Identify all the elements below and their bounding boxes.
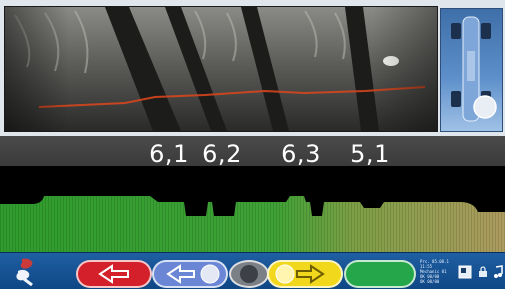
status-line-5: OK 00/00: [420, 279, 440, 284]
car-diagram-icon: [451, 16, 497, 122]
circle-icon: [240, 265, 258, 283]
confirm-button[interactable]: [344, 260, 416, 288]
tread-profile-svg: [0, 166, 505, 252]
forward-button[interactable]: [267, 260, 343, 288]
arrow-right-icon: [275, 264, 325, 284]
arrow-left-icon: [98, 264, 129, 284]
card-reader-icon: [458, 265, 472, 279]
bottom-toolbar: Prc. 85.08.1 11:55 Mechanic 01 OK 00/00 …: [0, 252, 505, 289]
tire-tread-scanner-screen: 6,1 6,2 6,3 5,1 Prc. 85.08.1 11:55 Mecha…: [0, 0, 505, 289]
arrow-left-icon: [166, 264, 220, 284]
tread-depth-value-4: 5,1: [350, 140, 390, 168]
tread-depth-value-1: 6,1: [149, 140, 189, 168]
tread-camera-image: [5, 7, 437, 131]
status-info: Prc. 85.08.1 11:55 Mechanic 01 OK 00/00 …: [420, 259, 456, 287]
lock-icon: [479, 266, 487, 277]
brand-logo-icon: [16, 258, 33, 287]
back-button[interactable]: [76, 260, 152, 288]
tread-depth-value-2: 6,2: [202, 140, 242, 168]
vehicle-diagram-panel: [440, 8, 503, 132]
neutral-button[interactable]: [229, 260, 269, 288]
tread-profile-graph: [0, 166, 505, 252]
music-note-icon: [494, 265, 503, 278]
tread-depth-value-3: 6,3: [281, 140, 321, 168]
previous-button[interactable]: [152, 260, 228, 288]
tread-camera-view: [4, 6, 438, 132]
